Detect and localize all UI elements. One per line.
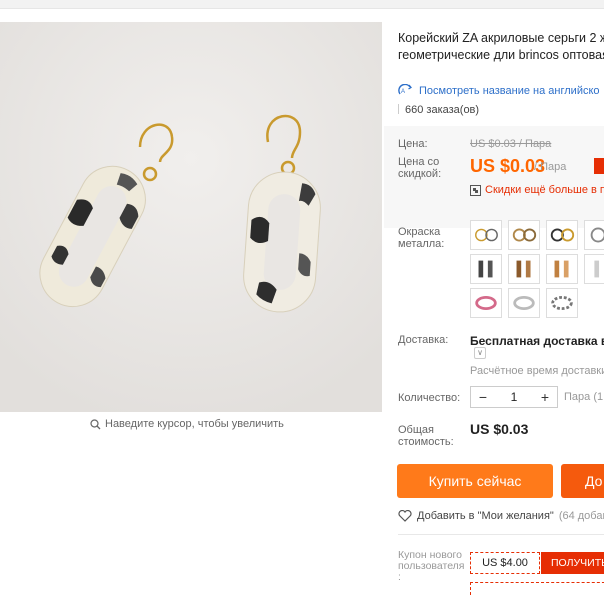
quantity-input[interactable]: 1 — [495, 390, 533, 404]
product-image[interactable] — [0, 22, 382, 412]
zoom-hint: Наведите курсор, чтобы увеличить — [90, 418, 284, 430]
color-label: Окраска металла: — [398, 226, 445, 250]
coupon-value: US $4.00 — [470, 552, 540, 574]
shipping-time: Расчётное время доставки — [470, 365, 604, 377]
swatch-oval-pink[interactable] — [470, 288, 502, 318]
app-promo-text: Скидки ещё больше в п — [485, 184, 604, 196]
swatch-hoop-single[interactable] — [584, 220, 604, 250]
old-price: US $0.03 / Пара — [470, 138, 552, 150]
shipping-title: Бесплатная доставка в Ru — [470, 334, 604, 348]
magnifier-icon — [90, 418, 101, 429]
product-details: Корейский ZA акриловые серьги 2 женщин с… — [384, 22, 604, 596]
zoom-hint-text: Наведите курсор, чтобы увеличить — [105, 418, 284, 430]
coupon-label: Купон нового пользователя : — [398, 549, 465, 583]
buy-now-button[interactable]: Купить сейчас — [397, 464, 553, 498]
quantity-increase-button[interactable]: + — [533, 387, 557, 407]
get-coupon-button[interactable]: ПОЛУЧИТЬ — [541, 552, 604, 574]
orders-separator — [398, 104, 399, 114]
swatch-hoop-gold[interactable] — [470, 220, 502, 250]
translate-link[interactable]: A Посмотреть название на английско — [398, 84, 600, 98]
quantity-unit-note: Пара (1 — [564, 391, 604, 403]
orders-count: 660 заказа(ов) — [398, 104, 479, 116]
price-unit: / Пара — [534, 161, 567, 173]
add-to-cart-button[interactable]: До — [561, 464, 604, 498]
discount-badge — [594, 158, 604, 174]
quantity-stepper[interactable]: − 1 + — [470, 386, 558, 408]
wishlist-count: (64 добав — [558, 510, 604, 522]
swatch-bar-brown[interactable] — [508, 254, 540, 284]
quantity-label: Количество: — [398, 392, 461, 404]
app-promo[interactable]: Скидки ещё больше в п — [470, 184, 604, 196]
product-title: Корейский ZA акриловые серьги 2 женщин с… — [398, 31, 604, 62]
chevron-down-icon[interactable]: ∨ — [474, 347, 486, 359]
swatch-bar-cream[interactable] — [584, 254, 604, 284]
swatch-bar-tortoise[interactable] — [546, 254, 578, 284]
orders-text: 660 заказа(ов) — [405, 104, 480, 116]
translate-link-label: Посмотреть название на английско — [419, 85, 600, 97]
total-price: US $0.03 — [470, 421, 529, 437]
top-bar — [0, 0, 604, 9]
swatch-oval-white[interactable] — [508, 288, 540, 318]
total-label: Общая стоимость: — [398, 424, 454, 448]
quantity-decrease-button[interactable]: − — [471, 387, 495, 407]
heart-icon — [398, 510, 412, 522]
earrings-photo — [0, 22, 382, 412]
swatch-hoop-dark[interactable] — [546, 220, 578, 250]
swatch-bar-black[interactable] — [470, 254, 502, 284]
shipping-label: Доставка: — [398, 334, 449, 346]
swatch-hoop-mix[interactable] — [508, 220, 540, 250]
svg-text:A: A — [401, 89, 405, 95]
swatch-oval-leopard[interactable] — [546, 288, 578, 318]
divider — [398, 534, 604, 535]
discount-price-label: Цена со скидкой: — [398, 156, 442, 180]
price-label: Цена: — [398, 138, 428, 150]
price-block: Цена: US $0.03 / Пара Цена со скидкой: U… — [384, 126, 604, 228]
wishlist-link[interactable]: Добавить в "Мои желания" (64 добав — [398, 510, 604, 522]
translate-icon: A — [398, 84, 412, 95]
coupon-border — [470, 582, 604, 596]
qr-code-icon — [470, 184, 481, 196]
wishlist-label: Добавить в "Мои желания" — [417, 510, 554, 522]
